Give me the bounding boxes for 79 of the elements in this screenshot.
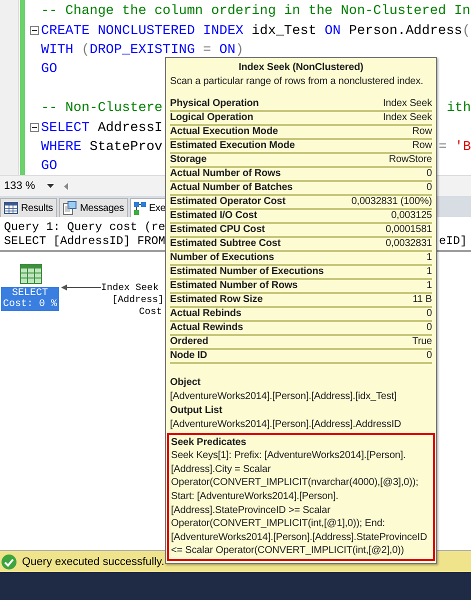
property-name: Estimated Number of Executions [170, 266, 324, 278]
property-value: 0,003125 [391, 210, 432, 222]
property-value: 1 [426, 252, 432, 264]
code-token: GO [41, 62, 58, 78]
property-value: 0 [426, 182, 432, 194]
property-name: Estimated Execution Mode [170, 140, 295, 152]
property-name: Number of Executions [170, 252, 274, 264]
code-token: DROP_EXISTING [90, 42, 195, 58]
code-token: idx_Test [250, 24, 318, 39]
tooltip-description: Scan a particular range of rows from a nonclustered index. [170, 74, 424, 88]
property-value: 11 B [412, 294, 432, 306]
code-token: ( [80, 42, 90, 58]
property-value: 1 [426, 266, 432, 278]
property-value: 0 [426, 322, 432, 334]
code-token: = [202, 42, 212, 58]
property-value: Index Seek [382, 98, 432, 110]
code-token: GO [41, 159, 58, 174]
node-label: Cost [139, 306, 162, 318]
result-tab[interactable]: Results [0, 198, 57, 217]
tooltip-title: Index Seek (NonClustered) [238, 61, 364, 75]
property-value: True [412, 336, 432, 348]
property-name: Estimated Operator Cost [170, 196, 286, 208]
property-name: Estimated CPU Cost [170, 224, 265, 236]
property-value: RowStore [388, 154, 432, 166]
property-name: Actual Rewinds [170, 322, 244, 334]
property-name: Storage [170, 154, 207, 166]
property-value: 0,0001581 [386, 224, 432, 236]
status-message: Query executed successfully. [22, 556, 164, 568]
code-token: WHERE [41, 140, 82, 155]
property-value: Index Seek [382, 112, 432, 124]
section-text: Seek Keys[1]: Prefix: [AdventureWorks2014].[Person].[Address].City = Scalar Operator(CONVERT_IMPLICIT(nvarchar(4000),[@3],0)); Start: [AdventureWorks2014].[Person].[Address].StateProvinceID >= Scalar Operator(CONVERT_IMPLICIT(int,[@1],0)); End: [AdventureWorks2014].[Person].[Address].StateProvinceID <= Scalar Operator(CONVERT_IMPLICIT(int,[@2],0)) [171, 449, 428, 558]
section-heading: Seek Predicates [171, 436, 248, 450]
code-token: WITH [41, 42, 74, 58]
property-value: 0,0032831 [386, 238, 432, 250]
property-value: Row [412, 126, 432, 138]
result-tab[interactable]: Messages [58, 198, 128, 217]
query-cost-text: Query 1: Query cost (re [4, 220, 166, 234]
section-heading: Output List [170, 404, 224, 418]
property-name: Estimated Row Size [170, 294, 263, 306]
property-name: Actual Number of Rows [170, 168, 281, 180]
property-name: Logical Operation [170, 112, 254, 124]
property-name: Actual Rebinds [170, 308, 242, 320]
property-value: 0 [426, 308, 432, 320]
code-token: ) [235, 42, 244, 58]
property-name: Estimated Number of Rows [170, 280, 298, 292]
code-token: -- Non-Clustere [41, 101, 163, 116]
code-token: 'B [454, 140, 471, 155]
property-value: 1 [426, 280, 432, 292]
node-label: [Address] [112, 294, 164, 306]
property-name: Actual Execution Mode [170, 126, 278, 138]
node-label: Index Seek [101, 282, 159, 294]
code-token: StateProv [88, 140, 163, 155]
code-token: AddressI [96, 120, 163, 136]
property-value: Row [412, 140, 432, 152]
query-text: SELECT [AddressID] FROM [4, 234, 166, 248]
property-name: Ordered [170, 336, 208, 348]
property-name: Node ID [170, 350, 208, 362]
property-name: Estimated I/O Cost [170, 210, 258, 222]
property-value: 0 [426, 350, 432, 362]
section-text: [AdventureWorks2014].[Person].[Address].AddressID [170, 418, 402, 432]
code-token: ( [462, 24, 470, 39]
code-token: CREATE NONCLUSTERED INDEX [41, 24, 244, 39]
zoom-dropdown[interactable]: 133 % [0, 178, 58, 194]
property-value: 0 [426, 168, 432, 180]
code-token: ON [324, 24, 341, 39]
code-token: -- Change the column ordering in the Non-Clustered In [41, 4, 470, 20]
code-token: = [438, 140, 448, 155]
property-value: 0,0032831 (100%) [351, 196, 432, 208]
property-name: Actual Number of Batches [170, 182, 293, 194]
section-heading: Object [170, 376, 202, 390]
code-token: Person.Address [348, 24, 462, 39]
select-node[interactable]: SELECT Cost: 0 % [1, 287, 59, 311]
property-name: Physical Operation [170, 98, 259, 110]
property-name: Estimated Subtree Cost [170, 238, 281, 250]
section-text: [AdventureWorks2014].[Person].[Address].[idx_Test] [170, 390, 398, 404]
code-token: ON [219, 42, 236, 58]
query-text: eID] [438, 234, 467, 248]
code-token: ith [446, 101, 471, 116]
code-token: SELECT [41, 120, 90, 136]
